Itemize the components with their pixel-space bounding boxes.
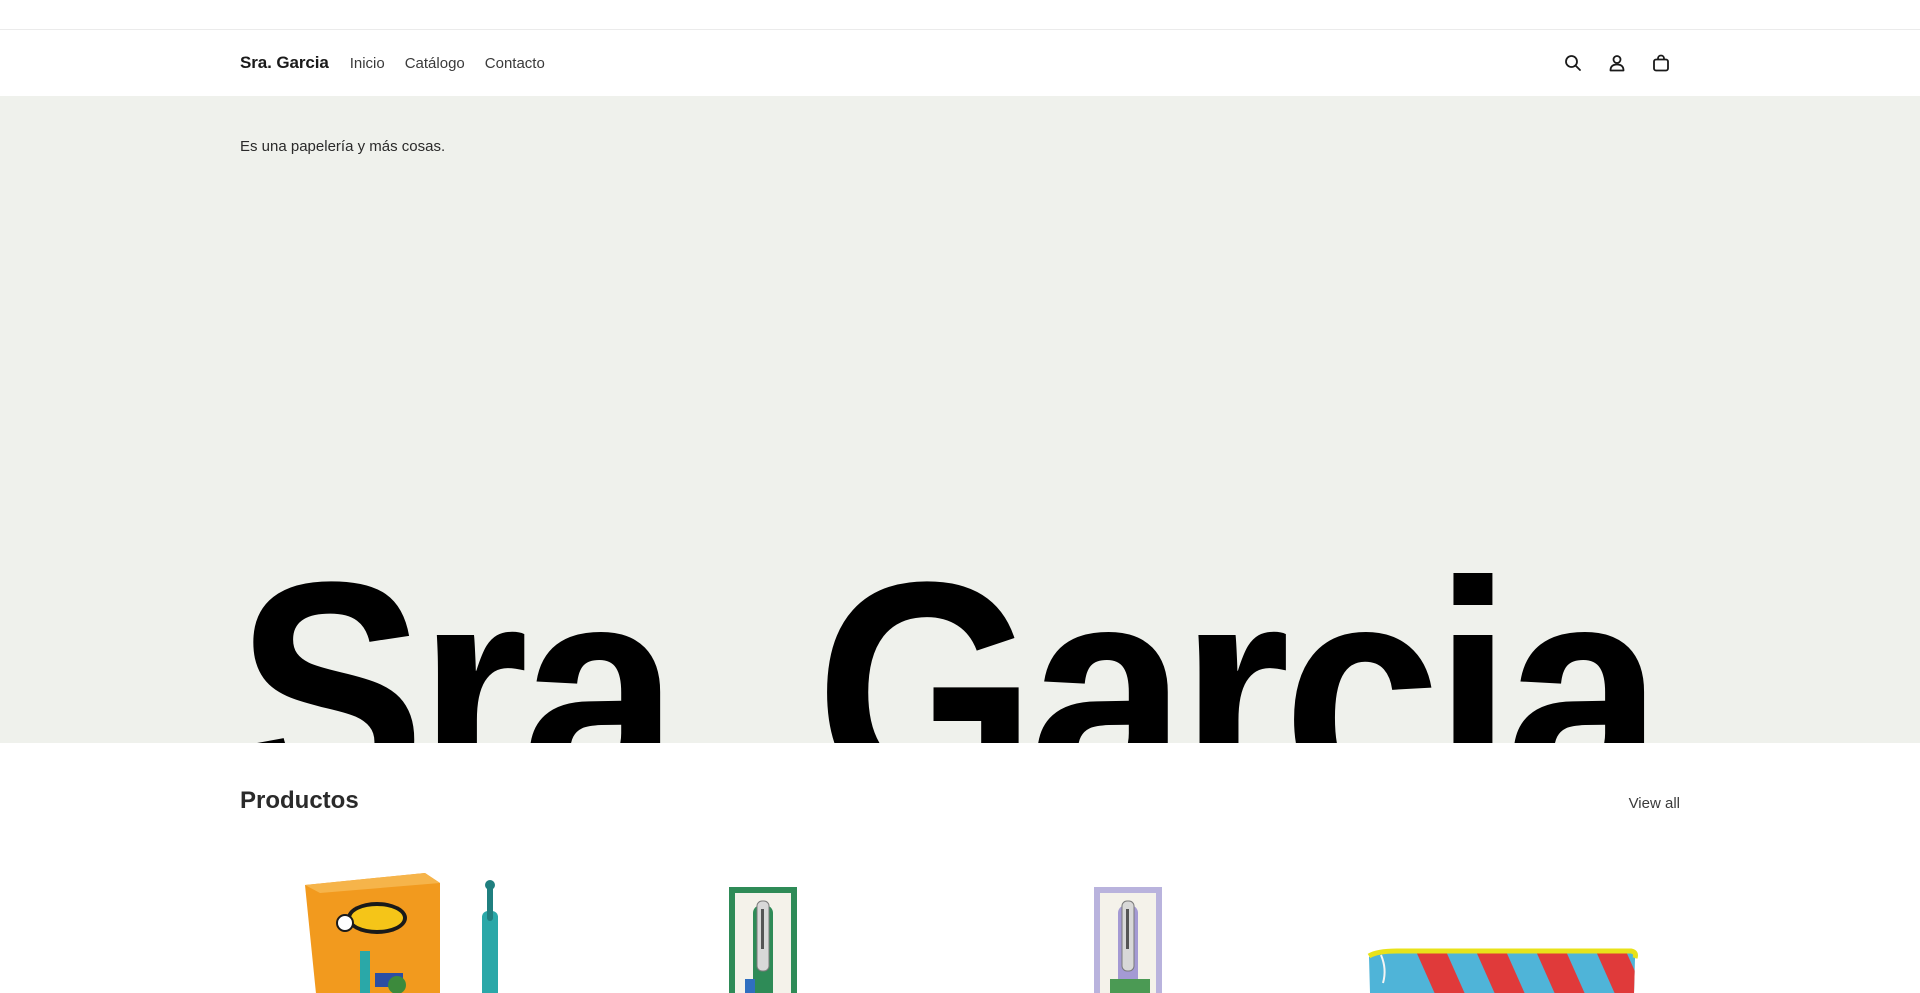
- products-title: Productos: [240, 787, 359, 814]
- bic-pens-image: [305, 873, 498, 993]
- products-section: Productos View all: [0, 743, 1920, 993]
- site-header: Sra. Garcia Inicio Catálogo Contacto: [0, 30, 1920, 96]
- account-icon[interactable]: [1606, 52, 1628, 74]
- product-grid: [240, 859, 1680, 993]
- product-card[interactable]: [1335, 859, 1680, 993]
- product-card[interactable]: [605, 859, 950, 993]
- hero-banner: Es una papelería y más cosas. Sra. Garci…: [0, 96, 1920, 743]
- nav-item-catalogo[interactable]: Catálogo: [405, 55, 465, 72]
- cart-icon[interactable]: [1650, 52, 1672, 74]
- lilac-pen-box-image: [1094, 887, 1162, 993]
- header-icons: [1562, 52, 1672, 74]
- green-pen-box-image: [729, 887, 797, 993]
- announcement-bar: [0, 0, 1920, 30]
- products-header: Productos View all: [240, 743, 1680, 815]
- main-nav: Inicio Catálogo Contacto: [350, 55, 545, 72]
- nav-item-contacto[interactable]: Contacto: [485, 55, 545, 72]
- view-all-link[interactable]: View all: [1629, 795, 1680, 812]
- brand-logo[interactable]: Sra. Garcia: [240, 53, 329, 73]
- hero-tagline: Es una papelería y más cosas.: [240, 138, 446, 155]
- hero-title-text: Sra. Garcia: [236, 516, 1665, 743]
- pencil-case-image: [1367, 948, 1638, 993]
- product-card[interactable]: [240, 859, 585, 993]
- nav-item-inicio[interactable]: Inicio: [350, 55, 385, 72]
- hero-title: Sra. Garcia: [236, 496, 1686, 743]
- product-card[interactable]: [970, 859, 1315, 993]
- search-icon[interactable]: [1562, 52, 1584, 74]
